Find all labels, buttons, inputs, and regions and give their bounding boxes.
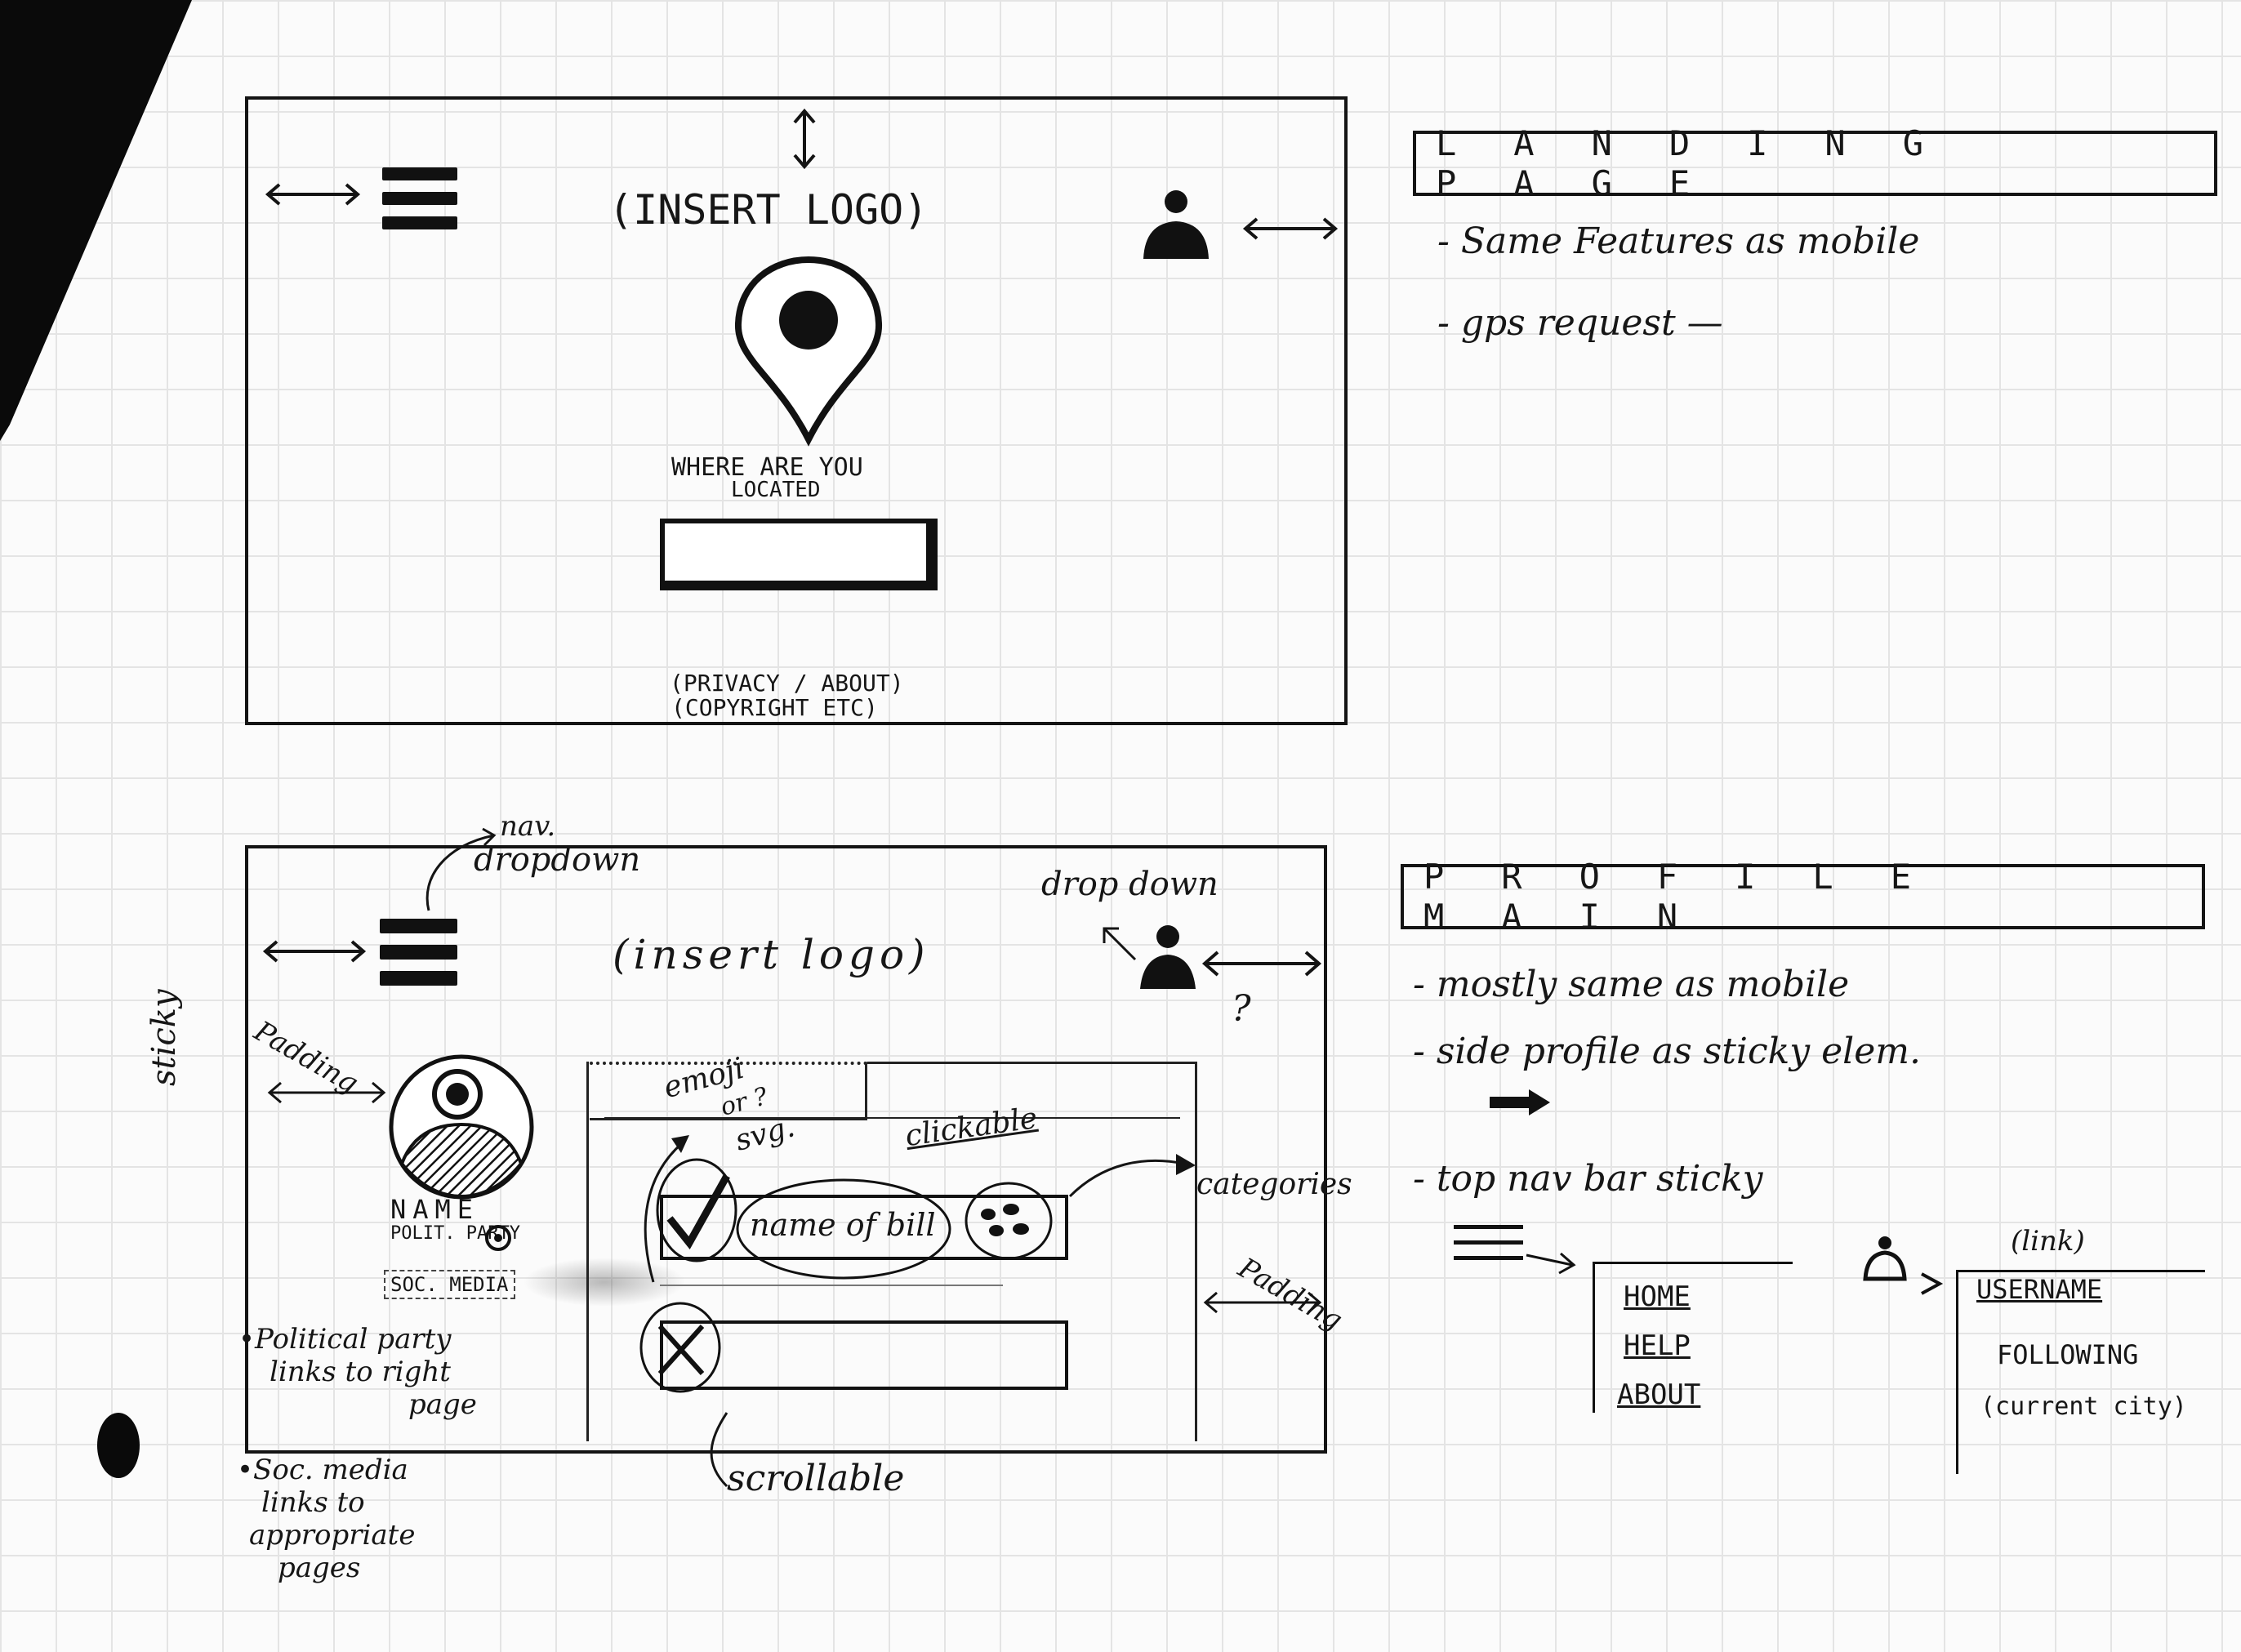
vertical-arrow-icon xyxy=(793,108,816,170)
landing-footer-line1: (PRIVACY / ABOUT) xyxy=(670,670,904,697)
profile-note-2: - side profile as sticky elem. xyxy=(1413,1031,1921,1072)
nav-menu-home[interactable]: HOME xyxy=(1624,1280,1691,1313)
profile-name: NAME xyxy=(390,1194,480,1225)
arrow-icon xyxy=(1490,1089,1550,1115)
corner-shadow xyxy=(0,0,192,441)
categories-label: categories xyxy=(1196,1168,1352,1201)
profile-social[interactable]: SOC. MEDIA xyxy=(384,1270,515,1299)
user-icon[interactable] xyxy=(1135,184,1217,265)
landing-footer-line2: (COPYRIGHT ETC) xyxy=(671,694,878,721)
user-icon[interactable] xyxy=(1860,1233,1918,1282)
map-pin-icon xyxy=(734,256,883,447)
dropdown-label: drop down xyxy=(1041,866,1219,903)
categories-pointer-arrow xyxy=(1068,1154,1196,1198)
question-mark: ? xyxy=(1232,988,1251,1030)
faded-row-line xyxy=(660,1285,1003,1286)
nav-menu-help[interactable]: HELP xyxy=(1624,1329,1691,1362)
profile-notes-title-box: PROFILE MAIN xyxy=(1401,857,2205,937)
user-menu-username[interactable]: USERNAME xyxy=(1976,1274,2102,1305)
party-note-line1: •Political party xyxy=(238,1323,452,1356)
avatar-icon xyxy=(389,1054,534,1200)
double-arrow-icon xyxy=(262,940,367,963)
profile-notes-title: PROFILE MAIN xyxy=(1423,857,1969,937)
location-input[interactable] xyxy=(660,519,938,590)
social-note-line2: links to xyxy=(261,1486,365,1519)
social-note-line4: pages xyxy=(278,1552,361,1584)
user-menu-current-city[interactable]: (current city) xyxy=(1980,1392,2187,1421)
double-arrow-icon xyxy=(265,183,361,206)
profile-note-3: - top nav bar sticky xyxy=(1413,1158,1763,1200)
party-note-line3: page xyxy=(408,1388,477,1421)
hamburger-menu-icon[interactable] xyxy=(380,919,457,997)
landing-notes-title-box: LANDING PAGE xyxy=(1413,123,2217,203)
bill-name[interactable]: name of bill xyxy=(750,1207,936,1243)
nav-label-arrow xyxy=(425,827,497,911)
padding-arrow-left xyxy=(267,1081,386,1104)
profile-logo-placeholder: (insert logo) xyxy=(613,931,930,978)
user-icon[interactable] xyxy=(1135,919,1201,992)
profile-note-1: - mostly same as mobile xyxy=(1413,964,1850,1005)
double-arrow-icon xyxy=(1201,951,1322,977)
ink-blot xyxy=(97,1413,140,1478)
party-note-line2: links to right xyxy=(270,1356,451,1388)
location-prompt-line2: LOCATED xyxy=(731,478,821,502)
content-top-line xyxy=(867,1062,1196,1064)
scrollable-label: scrollable xyxy=(727,1458,905,1499)
user-menu-following[interactable]: FOLLOWING xyxy=(1997,1339,2138,1370)
social-note-line1: •Soc. media xyxy=(237,1454,408,1486)
user-menu-arrow xyxy=(1921,1272,1944,1295)
landing-notes-title: LANDING PAGE xyxy=(1436,123,1981,203)
padding-arrow-right xyxy=(1203,1291,1322,1314)
landing-note-2: - gps request — xyxy=(1437,302,1723,344)
social-note-line3: appropriate xyxy=(249,1519,416,1552)
content-inner-line xyxy=(604,1117,1180,1119)
party-link-icon[interactable] xyxy=(483,1223,513,1253)
user-menu-link-label: (link) xyxy=(2011,1225,2085,1258)
nav-menu-about[interactable]: ABOUT xyxy=(1617,1378,1700,1411)
double-arrow-icon xyxy=(1242,217,1339,240)
nav-menu-arrow xyxy=(1526,1252,1576,1275)
landing-note-1: - Same Features as mobile xyxy=(1437,220,1920,262)
sticky-label: sticky xyxy=(145,989,183,1086)
nav-dropdown-label-line1: nav. xyxy=(500,810,556,843)
hamburger-menu-icon[interactable] xyxy=(382,167,457,241)
categories-icon[interactable] xyxy=(964,1180,1054,1262)
emoji-pointer-arrow xyxy=(644,1135,689,1283)
landing-logo-placeholder: (INSERT LOGO) xyxy=(608,186,929,234)
x-icon[interactable] xyxy=(635,1298,725,1396)
dropdown-arrow xyxy=(1103,927,1137,961)
mini-hamburger-icon[interactable] xyxy=(1454,1225,1523,1260)
